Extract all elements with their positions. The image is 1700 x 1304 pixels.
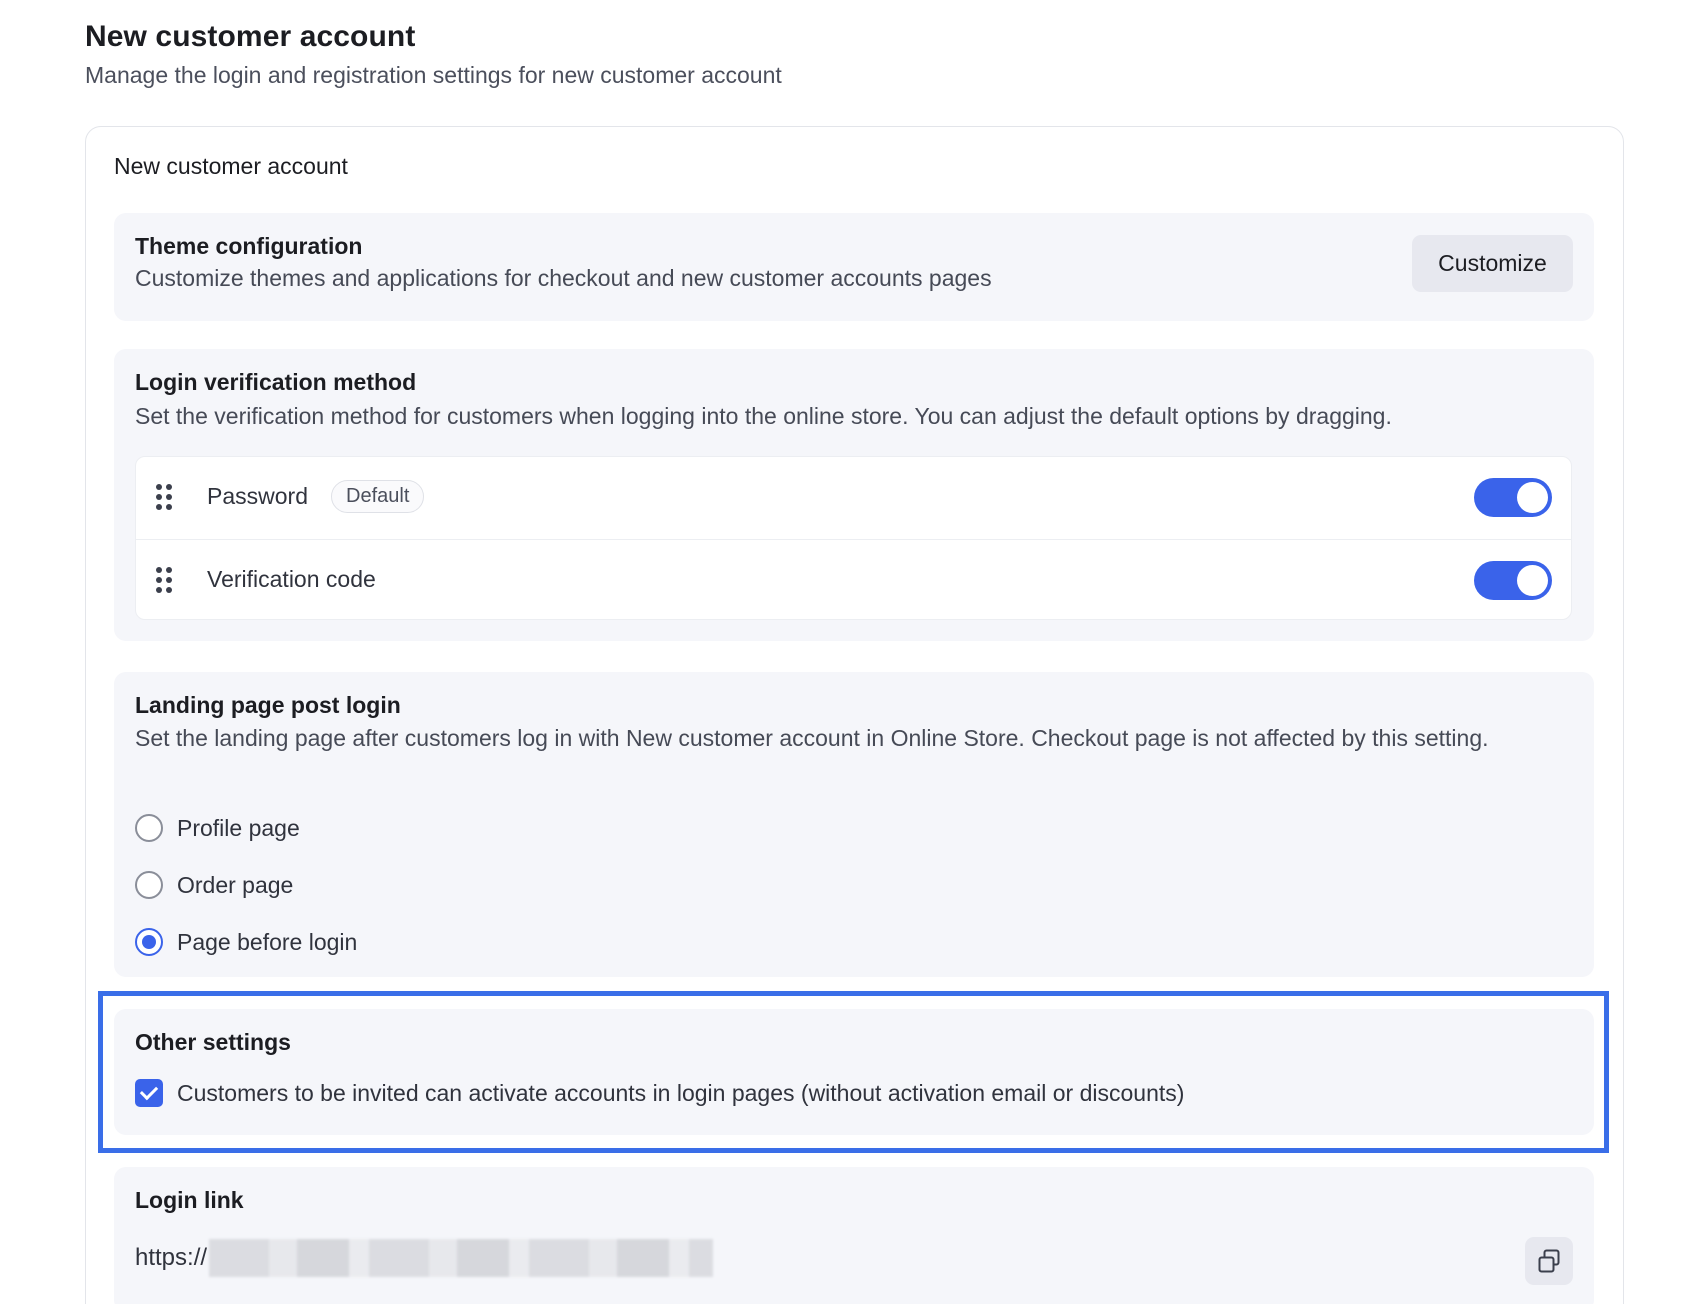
radio-label: Page before login — [177, 928, 358, 955]
default-badge: Default — [331, 480, 425, 513]
customize-button[interactable]: Customize — [1412, 235, 1573, 292]
radio-label: Order page — [177, 871, 294, 898]
landing-page-section: Landing page post login Set the landing … — [114, 672, 1594, 977]
drag-handle-icon[interactable] — [156, 484, 172, 510]
redacted-url — [209, 1239, 714, 1277]
radio-button[interactable] — [135, 814, 163, 842]
login-link-heading: Login link — [135, 1187, 244, 1213]
verification-code-toggle[interactable] — [1474, 561, 1552, 600]
page-title: New customer account — [85, 20, 416, 53]
radio-page-before-login[interactable]: Page before login — [135, 925, 357, 959]
landing-page-heading: Landing page post login — [135, 692, 401, 718]
radio-order-page[interactable]: Order page — [135, 868, 293, 902]
theme-description: Customize themes and applications for ch… — [135, 265, 992, 291]
card-title: New customer account — [114, 153, 348, 179]
login-verification-section: Login verification method Set the verifi… — [114, 349, 1594, 641]
copy-link-button[interactable] — [1525, 1237, 1573, 1285]
login-verification-description: Set the verification method for customer… — [135, 403, 1392, 429]
method-row-verification-code: Verification code — [136, 539, 1571, 621]
page-subtitle: Manage the login and registration settin… — [85, 62, 782, 88]
method-label: Verification code — [207, 566, 376, 592]
toggle-knob — [1517, 482, 1548, 513]
radio-label: Profile page — [177, 814, 300, 841]
radio-profile-page[interactable]: Profile page — [135, 811, 300, 845]
highlight-box — [98, 991, 1609, 1153]
login-link-url: https:// — [135, 1244, 208, 1271]
login-verification-heading: Login verification method — [135, 369, 417, 395]
method-row-password: Password Default — [136, 457, 1571, 539]
theme-configuration-section: Theme configuration Customize themes and… — [114, 213, 1594, 321]
landing-page-description: Set the landing page after customers log… — [135, 725, 1489, 751]
toggle-knob — [1517, 565, 1548, 596]
verification-method-list: Password Default Verification code — [135, 456, 1572, 620]
radio-button[interactable] — [135, 871, 163, 899]
theme-heading: Theme configuration — [135, 233, 363, 259]
login-link-row: https:// — [135, 1239, 714, 1277]
password-toggle[interactable] — [1474, 478, 1552, 517]
login-link-section: Login link https:// — [114, 1167, 1594, 1304]
drag-handle-icon[interactable] — [156, 567, 172, 593]
method-label: Password — [207, 483, 308, 509]
copy-icon — [1538, 1249, 1560, 1273]
radio-button-selected[interactable] — [135, 928, 163, 956]
